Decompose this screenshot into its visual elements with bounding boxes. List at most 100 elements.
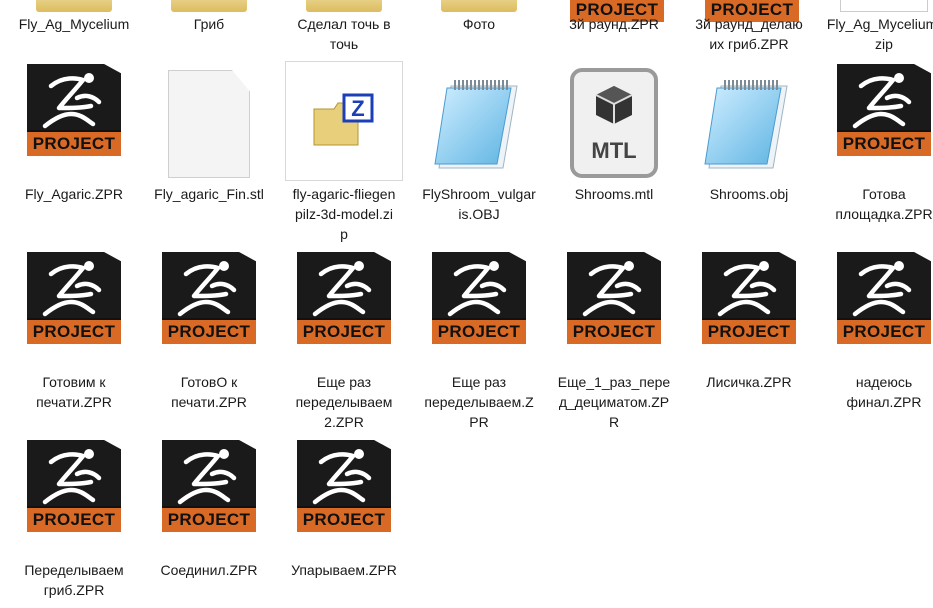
file-thumbnail: PROJECT [162, 252, 256, 344]
file-name: 3й раунд.ZPR [552, 14, 676, 34]
file-name-line: 3й раунд.ZPR [569, 16, 659, 32]
zbrush-project-icon: PROJECT [297, 252, 391, 344]
zbrush-project-icon: PROJECT [702, 252, 796, 344]
zbrush-project-icon: PROJECT [27, 252, 121, 344]
file-name-line: Готова [862, 186, 906, 202]
zbrush-project-icon: PROJECT [837, 64, 931, 156]
file-thumbnail [433, 72, 525, 172]
notepad-icon [433, 76, 525, 172]
zbrush-project-icon: PROJECT [162, 440, 256, 532]
file-name: Fly_Agaric.ZPR [12, 184, 136, 204]
file-name: Готовим к печати.ZPR [12, 372, 136, 412]
project-badge: PROJECT [162, 318, 256, 344]
file-name-line: zip [875, 36, 893, 52]
file-thumbnail: PROJECT [297, 440, 391, 532]
file-name-line: Shrooms.mtl [574, 186, 654, 202]
file-name-line: их гриб.ZPR [709, 36, 789, 52]
file-thumbnail [165, 70, 253, 178]
file-name-line: Готовим к [42, 374, 106, 390]
file-name-line: переделываем.Z [424, 394, 534, 410]
folder-icon [441, 0, 517, 12]
file-name-line: p [340, 226, 348, 242]
file-name-line: финал.ZPR [846, 394, 922, 410]
file-name-line: печати.ZPR [171, 394, 247, 410]
file-name-line: Fly_Agaric.ZPR [24, 186, 124, 202]
file-grid: Fly_Ag_Mycelium Гриб Сделал точь в точь Фото… [0, 0, 933, 608]
zbrush-project-icon: PROJECT [162, 252, 256, 344]
file-name-line: is.OBJ [458, 206, 500, 222]
file-thumbnail: MTL [570, 68, 658, 178]
file-name: Готова площадка.ZPR [822, 184, 933, 224]
file-name-line: 3й раунд_делаю [695, 16, 803, 32]
file-name-line: переделываем [295, 394, 393, 410]
file-name-line: FlyShroom_vulgar [422, 186, 536, 202]
file-thumbnail [840, 0, 928, 12]
file-thumbnail [30, 0, 118, 12]
zip-archive-icon: Z [285, 61, 403, 181]
file-name: Лисичка.ZPR [687, 372, 811, 392]
file-name: 3й раунд_делаю их гриб.ZPR [687, 14, 811, 54]
file-thumbnail [704, 72, 793, 172]
file-thumbnail [435, 0, 523, 12]
file-name-line: R [608, 414, 620, 430]
file-name-line: Гриб [193, 16, 225, 32]
file-thumbnail: PROJECT [837, 252, 931, 344]
file-name-line: Fly_Ag_Mycelium [18, 16, 130, 32]
file-name-line: гриб.ZPR [43, 582, 105, 598]
file-name-line: Сделал точь в [297, 16, 391, 32]
file-name-line: точь [329, 36, 359, 52]
zbrush-project-icon: PROJECT [567, 252, 661, 344]
zbrush-project-icon: PROJECT [432, 252, 526, 344]
file-name: Переделываем гриб.ZPR [12, 560, 136, 600]
file-thumbnail [300, 0, 388, 12]
file-name-line: Переделываем [24, 562, 124, 578]
file-thumbnail: PROJECT [567, 252, 661, 344]
file-name: Shrooms.mtl [552, 184, 676, 204]
file-name: fly-agaric-fliegen pilz-3d-model.zi p [282, 184, 406, 244]
file-name: Фото [417, 14, 541, 34]
file-thumbnail: PROJECT [162, 440, 256, 532]
file-name-line: Фото [462, 16, 496, 32]
project-badge: PROJECT [837, 130, 931, 156]
zbrush-project-icon: PROJECT [27, 440, 121, 532]
file-name-line: Еще_1_раз_пере [557, 374, 671, 390]
file-name: Соединил.ZPR [147, 560, 271, 580]
project-badge: PROJECT [702, 318, 796, 344]
file-thumbnail: PROJECT [27, 252, 121, 344]
mtl-badge: MTL [591, 138, 637, 163]
file-name-line: pilz-3d-model.zi [294, 206, 394, 222]
file-thumbnail: PROJECT [432, 252, 526, 344]
file-thumbnail: PROJECT [27, 64, 121, 156]
file-name: Еще раз переделываем.Z PR [417, 372, 541, 432]
file-name-line: Лисичка.ZPR [706, 374, 792, 390]
file-name: Fly_agaric_Fin.stl [147, 184, 271, 204]
file-name-line: Еще раз [316, 374, 372, 390]
project-badge: PROJECT [27, 506, 121, 532]
file-name: Упарываем.ZPR [282, 560, 406, 580]
mtl-material-icon: MTL [570, 68, 658, 178]
folder-icon [36, 0, 112, 12]
file-name-line: 2.ZPR [324, 414, 364, 430]
file-name: Гриб [147, 14, 271, 34]
file-thumbnail: PROJECT [297, 252, 391, 344]
file-name-line: PR [469, 414, 489, 430]
file-name-line: Упарываем.ZPR [291, 562, 397, 578]
file-name: Fly_Ag_Mycelium [12, 14, 136, 34]
file-thumbnail: PROJECT [702, 252, 796, 344]
svg-text:Z: Z [351, 96, 364, 121]
file-name: Еще раз переделываем 2.ZPR [282, 372, 406, 432]
file-thumbnail: PROJECT [837, 64, 931, 156]
project-badge: PROJECT [27, 318, 121, 344]
folder-icon [171, 0, 247, 12]
project-badge: PROJECT [837, 318, 931, 344]
file-name: Fly_Ag_Mycelium. zip [822, 14, 933, 54]
zbrush-project-icon: PROJECT [297, 440, 391, 532]
file-name: Сделал точь в точь [282, 14, 406, 54]
zbrush-project-icon: PROJECT [837, 252, 931, 344]
file-thumbnail: Z [285, 61, 403, 181]
file-name: Еще_1_раз_пере д_дециматом.ZP R [552, 372, 676, 432]
zbrush-project-icon: PROJECT [27, 64, 121, 156]
file-name: Shrooms.obj [687, 184, 811, 204]
file-name-line: fly-agaric-fliegen [292, 186, 396, 202]
project-badge: PROJECT [297, 318, 391, 344]
